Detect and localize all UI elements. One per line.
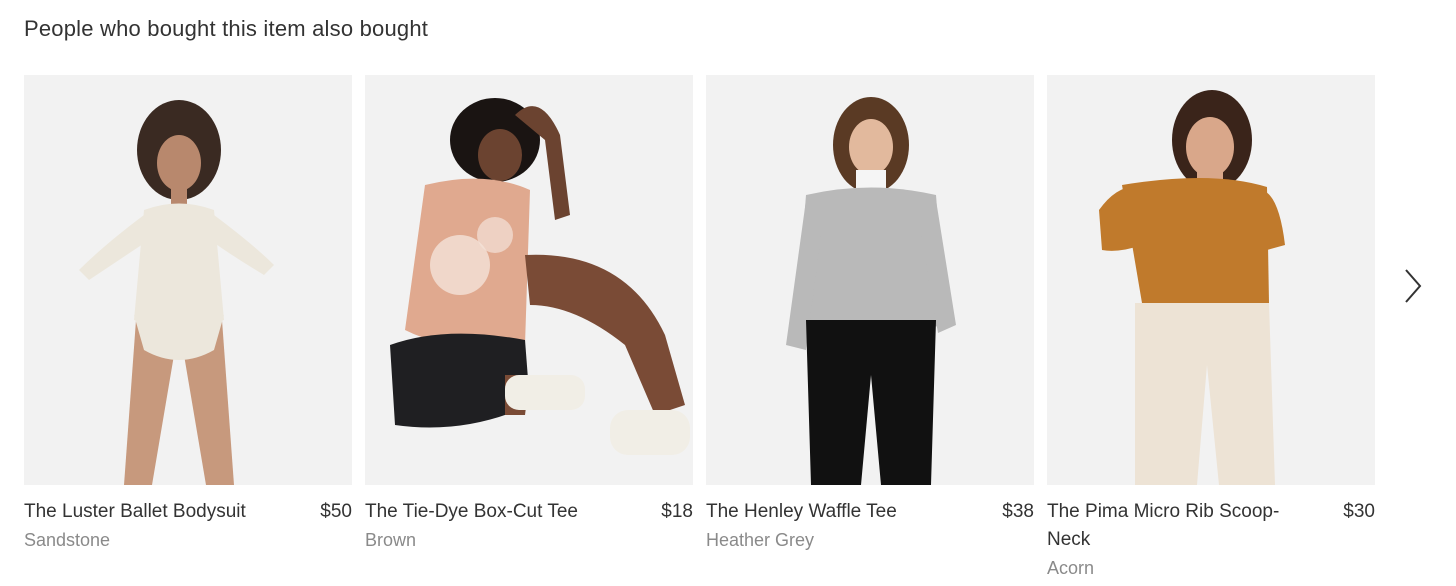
product-image[interactable] <box>24 75 352 485</box>
model-illustration <box>1099 90 1285 485</box>
product-price: $38 <box>1002 501 1034 522</box>
product-meta: The Pima Micro Rib Scoop-Neck $30 Acorn <box>1047 498 1375 582</box>
product-price: $30 <box>1343 501 1375 522</box>
product-image[interactable] <box>1047 75 1375 485</box>
product-card[interactable]: The Tie-Dye Box-Cut Tee $18 Brown <box>365 75 693 582</box>
product-meta: The Luster Ballet Bodysuit $50 Sandstone <box>24 498 352 554</box>
product-color: Sandstone <box>24 530 111 550</box>
product-name[interactable]: The Luster Ballet Bodysuit <box>24 498 246 526</box>
product-image[interactable] <box>365 75 693 485</box>
product-image[interactable] <box>706 75 1034 485</box>
product-color: Acorn <box>1047 558 1095 578</box>
product-card[interactable]: The Pima Micro Rib Scoop-Neck $30 Acorn <box>1047 75 1375 582</box>
product-meta: The Henley Waffle Tee $38 Heather Grey <box>706 498 1034 554</box>
product-meta: The Tie-Dye Box-Cut Tee $18 Brown <box>365 498 693 554</box>
product-price: $50 <box>320 501 352 522</box>
product-card[interactable]: The Henley Waffle Tee $38 Heather Grey <box>706 75 1034 582</box>
model-illustration <box>79 100 274 485</box>
product-color: Heather Grey <box>706 530 815 550</box>
chevron-right-icon <box>1405 269 1422 303</box>
section-title: People who bought this item also bought <box>24 16 429 41</box>
model-illustration <box>786 97 956 485</box>
product-name[interactable]: The Henley Waffle Tee <box>706 498 897 526</box>
product-name[interactable]: The Tie-Dye Box-Cut Tee <box>365 498 578 526</box>
product-carousel: The Luster Ballet Bodysuit $50 Sandstone <box>24 75 1375 582</box>
product-price: $18 <box>661 501 693 522</box>
product-color: Brown <box>365 530 417 550</box>
product-name[interactable]: The Pima Micro Rib Scoop-Neck <box>1047 498 1297 554</box>
carousel-next-button[interactable] <box>1398 266 1426 306</box>
model-illustration <box>390 98 690 455</box>
product-card[interactable]: The Luster Ballet Bodysuit $50 Sandstone <box>24 75 352 582</box>
